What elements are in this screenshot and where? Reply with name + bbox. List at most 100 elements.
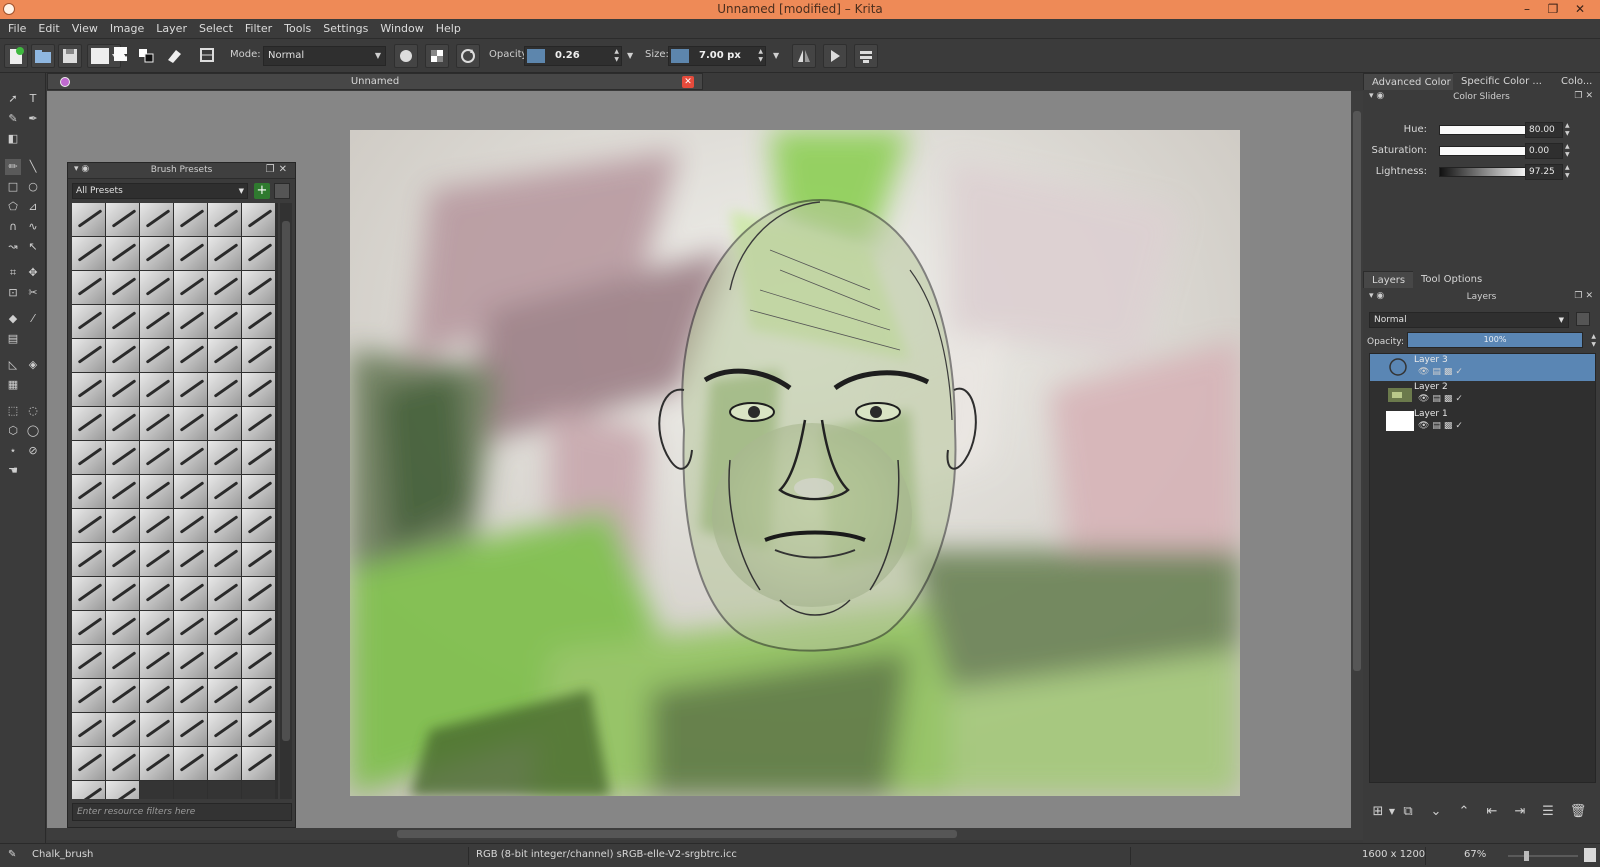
canvas-horizontal-scrollbar[interactable] [47, 828, 1363, 840]
spin-arrows-icon[interactable]: ▲ ▼ [1565, 122, 1570, 138]
brush-preset[interactable] [140, 645, 173, 678]
brush-preset[interactable] [208, 407, 241, 440]
bezier-tool-icon[interactable]: ∩ [5, 219, 21, 235]
brush-preset[interactable] [242, 577, 275, 610]
menu-window[interactable]: Window [374, 19, 429, 39]
brush-preset[interactable] [242, 679, 275, 712]
brush-preset[interactable] [174, 271, 207, 304]
brush-preset[interactable] [140, 713, 173, 746]
move-layer-down-icon[interactable]: ⌄ [1427, 803, 1445, 821]
brush-preset[interactable] [72, 271, 105, 304]
brush-preset[interactable] [106, 713, 139, 746]
fill-tool-icon[interactable]: ◆ [5, 311, 21, 327]
measure-tool-icon[interactable]: ✂ [25, 285, 41, 301]
resource-filter-input[interactable]: Enter resource filters here [72, 803, 292, 821]
pattern-selector[interactable] [112, 44, 134, 68]
mirror-vertical-button[interactable] [823, 44, 847, 68]
fullscreen-icon[interactable] [1584, 848, 1596, 862]
minimize-button[interactable]: – [1515, 0, 1539, 19]
preset-scrollbar[interactable] [280, 203, 292, 799]
brush-preset[interactable] [208, 747, 241, 780]
brush-preset[interactable] [140, 543, 173, 576]
select-shapes-icon[interactable]: ➚ [5, 91, 21, 107]
brush-preset[interactable] [242, 339, 275, 372]
add-tag-button[interactable]: + [254, 183, 270, 199]
brush-preset[interactable] [72, 203, 105, 236]
brush-preset[interactable] [140, 747, 173, 780]
menu-edit[interactable]: Edit [32, 19, 65, 39]
brush-preset[interactable] [140, 475, 173, 508]
brush-preset[interactable] [140, 237, 173, 270]
layer-blend-mode-combo[interactable]: Normal ▼ [1369, 312, 1569, 328]
brush-preset[interactable] [242, 373, 275, 406]
brush-preset[interactable] [242, 237, 275, 270]
hue-slider[interactable] [1439, 125, 1529, 135]
brush-preset[interactable] [174, 747, 207, 780]
fg-bg-color-selector[interactable] [136, 44, 156, 68]
brush-preset[interactable] [174, 713, 207, 746]
canvas-vertical-scrollbar[interactable] [1351, 91, 1363, 828]
brush-preset[interactable] [140, 611, 173, 644]
brush-preset[interactable] [208, 713, 241, 746]
menu-image[interactable]: Image [104, 19, 150, 39]
brush-preset[interactable] [72, 543, 105, 576]
zoom-level[interactable]: 67% [1464, 849, 1486, 860]
save-document-button[interactable] [58, 44, 82, 68]
color-picker-icon[interactable]: ⁄ [25, 311, 41, 327]
brush-preset[interactable] [242, 611, 275, 644]
brush-preset[interactable] [208, 509, 241, 542]
rectangle-tool-icon[interactable]: □ [5, 179, 21, 195]
brush-preset[interactable] [106, 781, 139, 799]
brush-preset[interactable] [242, 271, 275, 304]
brush-preset[interactable] [174, 407, 207, 440]
brush-preset[interactable] [174, 543, 207, 576]
brush-preset[interactable] [106, 543, 139, 576]
brush-preset[interactable] [174, 441, 207, 474]
docker-float-close-icons[interactable]: ❐✕ [1574, 91, 1596, 101]
saturation-slider[interactable] [1439, 146, 1529, 156]
reload-preset-button[interactable] [456, 44, 480, 68]
menu-select[interactable]: Select [193, 19, 239, 39]
dynamic-brush-icon[interactable]: ↝ [5, 239, 21, 255]
polygon-select-icon[interactable]: ⬡ [5, 423, 21, 439]
brush-preset[interactable] [208, 577, 241, 610]
lightness-slider[interactable] [1439, 167, 1529, 177]
brush-preset[interactable] [242, 475, 275, 508]
crop-tool-icon[interactable]: ⌗ [5, 265, 21, 281]
brush-preset[interactable] [208, 441, 241, 474]
open-document-button[interactable] [31, 44, 55, 68]
brush-preset[interactable] [72, 679, 105, 712]
line-tool-icon[interactable]: ╲ [25, 159, 41, 175]
gradient-editing-icon[interactable]: ◧ [5, 131, 21, 147]
workspace-button[interactable] [854, 44, 878, 68]
menu-file[interactable]: File [0, 19, 32, 39]
brush-preset[interactable] [106, 237, 139, 270]
new-document-button[interactable] [4, 44, 28, 68]
menu-help[interactable]: Help [430, 19, 467, 39]
spin-arrows-icon[interactable]: ▲ ▼ [614, 48, 619, 64]
brush-preset[interactable] [106, 441, 139, 474]
layer-visibility-lock-alpha-icons[interactable]: 👁▤▩✓ [1418, 367, 1466, 377]
brush-preset[interactable] [72, 611, 105, 644]
move-tool-icon[interactable]: ✥ [25, 265, 41, 281]
brush-preset[interactable] [72, 373, 105, 406]
brush-preset[interactable] [174, 475, 207, 508]
rect-select-icon[interactable]: ⬚ [5, 403, 21, 419]
contiguous-select-icon[interactable]: ⋆ [5, 443, 21, 459]
brush-size-spinbox[interactable]: 7.00 px ▲ ▼ [668, 46, 766, 66]
brush-preset[interactable] [140, 305, 173, 338]
menu-settings[interactable]: Settings [317, 19, 374, 39]
layer-options-button[interactable] [1576, 312, 1590, 326]
brush-preset[interactable] [208, 611, 241, 644]
close-document-icon[interactable]: ✕ [682, 76, 694, 88]
brush-preset[interactable] [106, 203, 139, 236]
brush-preset[interactable] [208, 339, 241, 372]
layer-row-3[interactable]: Layer 3 👁▤▩✓ [1370, 354, 1595, 381]
layer-opacity-slider[interactable]: 100% ▲ ▼ [1407, 332, 1596, 348]
spin-arrows-icon[interactable]: ▲ ▼ [1565, 164, 1570, 180]
spin-arrows-icon[interactable]: ▲ ▼ [758, 48, 763, 64]
brush-preset[interactable] [72, 237, 105, 270]
brush-opacity-spinbox[interactable]: 0.26 ▲ ▼ [524, 46, 622, 66]
blend-mode-combo[interactable]: Normal ▼ [263, 46, 386, 66]
brush-preset[interactable] [72, 645, 105, 678]
